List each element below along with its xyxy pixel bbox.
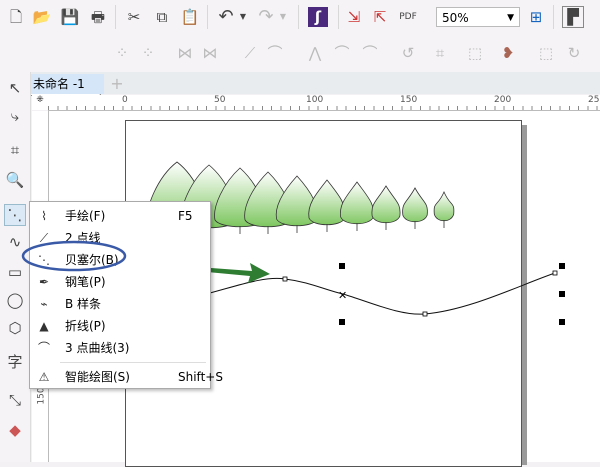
menu-item-3-point-curve[interactable]: ⌒ 3 点曲线(3) <box>30 337 208 359</box>
3-point-curve-icon: ⌒ <box>37 341 50 355</box>
center-marker-icon: ✕ <box>338 289 347 302</box>
selection-handles <box>339 263 565 325</box>
menu-item-freehand[interactable]: ⌇ 手绘(F) F5 <box>30 205 208 227</box>
bezier-curve[interactable] <box>209 272 556 315</box>
menu-item-polyline[interactable]: ▲ 折线(P) <box>30 315 208 337</box>
curve-tool-flyout-menu: ⌇ 手绘(F) F5 ⟋ 2 点线 ⋱ 贝塞尔(B) ✒ 钢笔(P) ⌁ B 样条 ▲ 折线(P) ⌒ 3 … <box>29 201 223 389</box>
menu-item-pen[interactable]: ✒ 钢笔(P) <box>30 271 208 293</box>
leaf-shape[interactable] <box>308 179 346 232</box>
menu-item-b-spline[interactable]: ⌁ B 样条 <box>30 293 208 315</box>
polyline-icon: ▲ <box>39 319 49 333</box>
leaf-shape[interactable] <box>339 181 375 231</box>
leaf-shape[interactable] <box>371 185 401 230</box>
menu-item-smart-drawing[interactable]: ⚠ 智能绘图(S) Shift+S <box>30 366 223 388</box>
leaf-shape[interactable] <box>402 187 428 229</box>
leaf-shape[interactable] <box>433 190 455 228</box>
b-spline-icon: ⌁ <box>40 297 48 311</box>
freehand-icon: ⌇ <box>41 209 47 223</box>
highlight-ellipse <box>21 240 127 272</box>
pen-icon: ✒ <box>38 275 50 289</box>
smart-drawing-icon: ⚠ <box>38 370 50 384</box>
